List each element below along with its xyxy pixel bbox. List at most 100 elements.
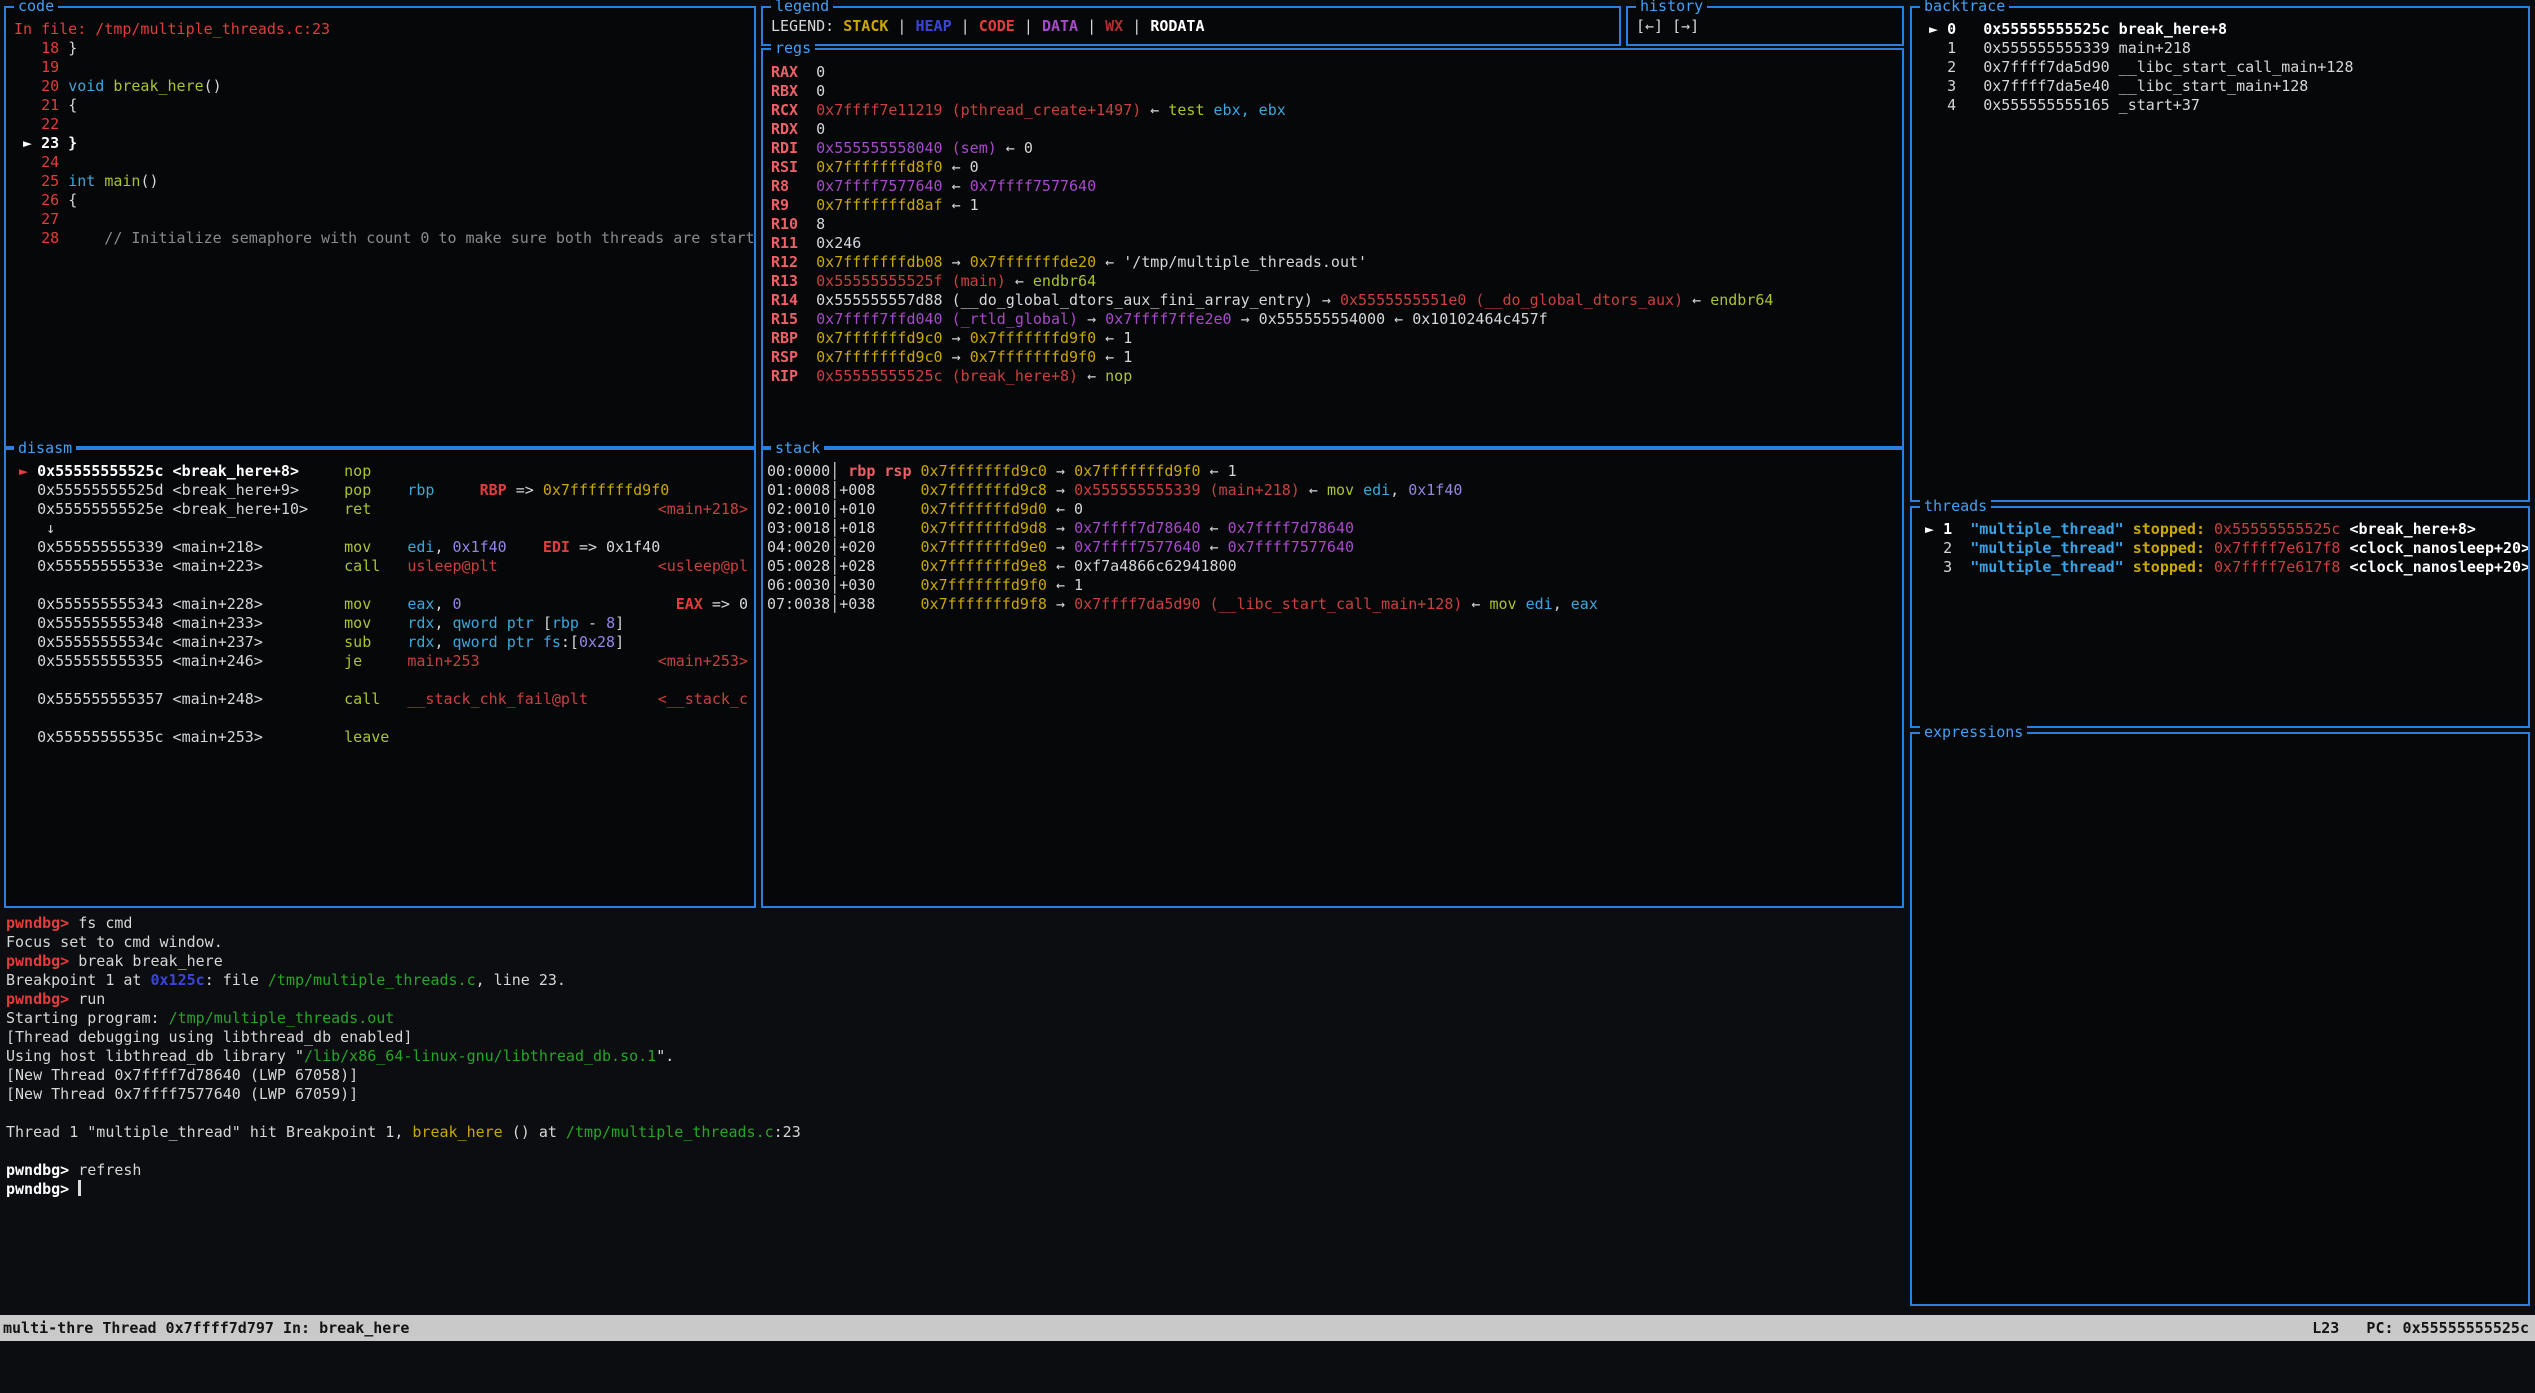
line: R15 0x7ffff7ffd040 (_rtld_global) → 0x7f… [771,310,1898,329]
history-button-gap [1663,17,1672,35]
terminal[interactable]: pwndbg> fs cmdFocus set to cmd window.pw… [6,914,1900,1310]
line: RAX 0 [771,63,1898,82]
line: 1 0x555555555339 main+218 [1920,39,2524,58]
line: 06:0030│+030 0x7fffffffd9f0 ← 1 [767,576,1898,595]
line: 0x55555555533e <main+223> call usleep@pl… [10,557,750,576]
line: ► 1 "multiple_thread" stopped: 0x5555555… [1916,520,2524,539]
line: R10 8 [771,215,1898,234]
line: 0x55555555534c <main+237> sub rdx, qword… [10,633,750,652]
line [10,576,750,595]
line: RBP 0x7fffffffd9c0 → 0x7fffffffd9f0 ← 1 [771,329,1898,348]
line: R11 0x246 [771,234,1898,253]
status-bar-right: L23 PC: 0x55555555525c [2312,1315,2529,1341]
history-back-button[interactable]: [←] [1636,17,1663,35]
line: [New Thread 0x7ffff7d78640 (LWP 67058)] [6,1066,1900,1085]
pwndbg-window: { "panels": { "code": { "title": "code",… [0,0,2535,1346]
regs-content: RAX 0RBX 0RCX 0x7ffff7e11219 (pthread_cr… [763,50,1902,446]
line: 25 int main() [14,172,750,191]
line [10,671,750,690]
line: pwndbg> break break_here [6,952,1900,971]
legend-content: LEGEND: STACK | HEAP | CODE | DATA | WX … [763,8,1619,44]
line: Using host libthread_db library "/lib/x8… [6,1047,1900,1066]
line: 0x555555555339 <main+218> mov edi, 0x1f4… [10,538,750,557]
legend-panel: legend LEGEND: STACK | HEAP | CODE | DAT… [761,6,1621,46]
line: R9 0x7fffffffd8af ← 1 [771,196,1898,215]
line: 02:0010│+010 0x7fffffffd9d0 ← 0 [767,500,1898,519]
status-bar: multi-thre Thread 0x7ffff7d797 In: break… [0,1315,2535,1341]
line: 27 [14,210,750,229]
backtrace-content: ► 0 0x55555555525c break_here+8 1 0x5555… [1912,8,2528,500]
regs-panel: regs RAX 0RBX 0RCX 0x7ffff7e11219 (pthre… [761,48,1904,448]
line: Breakpoint 1 at 0x125c: file /tmp/multip… [6,971,1900,990]
line: Starting program: /tmp/multiple_threads.… [6,1009,1900,1028]
line: ► 23 } [14,134,750,153]
threads-content: ► 1 "multiple_thread" stopped: 0x5555555… [1912,508,2528,726]
expressions-content [1912,734,2528,1304]
code-content: In file: /tmp/multiple_threads.c:23 18 }… [6,8,754,446]
line: RDX 0 [771,120,1898,139]
line: 3 0x7ffff7da5e40 __libc_start_main+128 [1920,77,2524,96]
line: RCX 0x7ffff7e11219 (pthread_create+1497)… [771,101,1898,120]
stack-panel: stack 00:0000│ rbp rsp 0x7fffffffd9c0 → … [761,448,1904,908]
line [6,1142,1900,1161]
disasm-content: ► 0x55555555525c <break_here+8> nop 0x55… [6,450,754,906]
history-forward-button[interactable]: [→] [1672,17,1699,35]
line: Focus set to cmd window. [6,933,1900,952]
line: 0x555555555355 <main+246> je main+253<ma… [10,652,750,671]
line: 0x55555555535c <main+253> leave [10,728,750,747]
line: 0x55555555525d <break_here+9> pop rbp RB… [10,481,750,500]
line: pwndbg> run [6,990,1900,1009]
line: 03:0018│+018 0x7fffffffd9d8 → 0x7ffff7d7… [767,519,1898,538]
line: Thread 1 "multiple_thread" hit Breakpoin… [6,1123,1900,1142]
line: R8 0x7ffff7577640 ← 0x7ffff7577640 [771,177,1898,196]
disasm-panel: disasm ► 0x55555555525c <break_here+8> n… [4,448,756,908]
status-bar-left: multi-thre Thread 0x7ffff7d797 In: break… [3,1315,409,1341]
line: RBX 0 [771,82,1898,101]
line: 21 { [14,96,750,115]
line: 19 [14,58,750,77]
line: pwndbg> fs cmd [6,914,1900,933]
line: 2 0x7ffff7da5d90 __libc_start_call_main+… [1920,58,2524,77]
line: 26 { [14,191,750,210]
line: pwndbg> refresh [6,1161,1900,1180]
line: In file: /tmp/multiple_threads.c:23 [14,20,750,39]
line: ► 0 0x55555555525c break_here+8 [1920,20,2524,39]
code-panel: code In file: /tmp/multiple_threads.c:23… [4,6,756,448]
line: [New Thread 0x7ffff7577640 (LWP 67059)] [6,1085,1900,1104]
line: LEGEND: STACK | HEAP | CODE | DATA | WX … [771,17,1615,36]
threads-panel: threads ► 1 "multiple_thread" stopped: 0… [1910,506,2530,728]
line [10,709,750,728]
line: 0x55555555525e <break_here+10> ret<main+… [10,500,750,519]
line: [Thread debugging using libthread_db ena… [6,1028,1900,1047]
line: 2 "multiple_thread" stopped: 0x7ffff7e61… [1916,539,2524,558]
line: pwndbg> [6,1180,1900,1199]
line: 18 } [14,39,750,58]
line: RSI 0x7fffffffd8f0 ← 0 [771,158,1898,177]
line: 22 [14,115,750,134]
line: 3 "multiple_thread" stopped: 0x7ffff7e61… [1916,558,2524,577]
line: 0x555555555357 <main+248> call __stack_c… [10,690,750,709]
line: 04:0020│+020 0x7fffffffd9e0 → 0x7ffff757… [767,538,1898,557]
line: ► 0x55555555525c <break_here+8> nop [10,462,750,481]
backtrace-panel: backtrace ► 0 0x55555555525c break_here+… [1910,6,2530,502]
line: R14 0x555555557d88 (__do_global_dtors_au… [771,291,1898,310]
line: 28 // Initialize semaphore with count 0 … [14,229,750,248]
line: 4 0x555555555165 _start+37 [1920,96,2524,115]
line: 00:0000│ rbp rsp 0x7fffffffd9c0 → 0x7fff… [767,462,1898,481]
line: 0x555555555343 <main+228> mov eax, 0EAX … [10,595,750,614]
stack-content: 00:0000│ rbp rsp 0x7fffffffd9c0 → 0x7fff… [763,450,1902,906]
line: R13 0x55555555525f (main) ← endbr64 [771,272,1898,291]
line: RIP 0x55555555525c (break_here+8) ← nop [771,367,1898,386]
line: 07:0038│+038 0x7fffffffd9f8 → 0x7ffff7da… [767,595,1898,614]
line: 24 [14,153,750,172]
line: 01:0008│+008 0x7fffffffd9c8 → 0x55555555… [767,481,1898,500]
line: 20 void break_here() [14,77,750,96]
line [6,1104,1900,1123]
line: 05:0028│+028 0x7fffffffd9e8 ← 0xf7a4866c… [767,557,1898,576]
line: RSP 0x7fffffffd9c0 → 0x7fffffffd9f0 ← 1 [771,348,1898,367]
history-panel: history [←] [→] [1626,6,1904,46]
line: RDI 0x555555558040 (sem) ← 0 [771,139,1898,158]
line: ↓ [10,519,750,538]
line: R12 0x7fffffffdb08 → 0x7fffffffde20 ← '/… [771,253,1898,272]
expressions-panel: expressions [1910,732,2530,1306]
